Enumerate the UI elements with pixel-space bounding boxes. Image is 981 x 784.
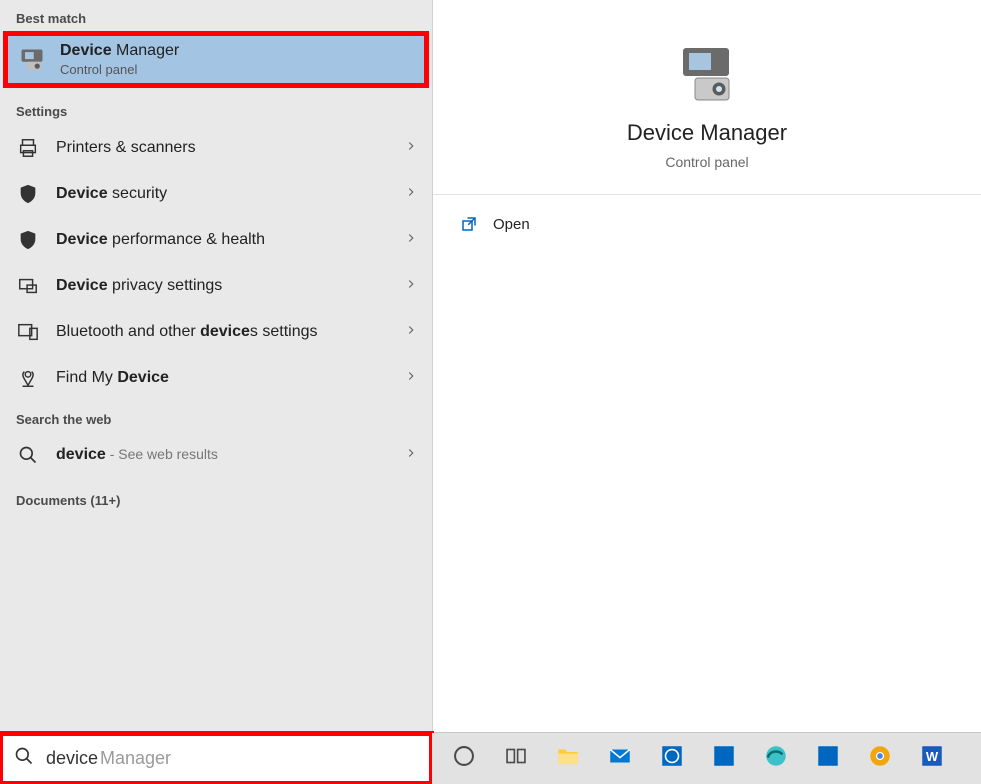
preview-action-open[interactable]: Open bbox=[433, 195, 981, 253]
preview-subtitle: Control panel bbox=[665, 154, 748, 170]
edge-legacy-icon bbox=[763, 743, 789, 774]
search-ghost-suggestion: Manager bbox=[100, 748, 171, 769]
open-icon bbox=[459, 215, 479, 233]
chevron-right-icon bbox=[404, 139, 418, 158]
settings-item-label: Find My Device bbox=[56, 369, 390, 387]
search-icon bbox=[14, 746, 34, 771]
dell-icon bbox=[659, 743, 685, 774]
search-input[interactable] bbox=[46, 748, 104, 769]
settings-item-device-performance[interactable]: Device performance & health bbox=[0, 217, 432, 263]
settings-item-bluetooth-devices[interactable]: Bluetooth and other devices settings bbox=[0, 309, 432, 355]
printer-icon bbox=[14, 137, 42, 159]
chevron-right-icon bbox=[404, 185, 418, 204]
chevron-right-icon bbox=[404, 231, 418, 250]
web-search-label: device - See web results bbox=[56, 446, 390, 464]
chrome-icon bbox=[867, 743, 893, 774]
best-match-subtitle: Control panel bbox=[60, 62, 179, 77]
settings-item-find-my-device[interactable]: Find My Device bbox=[0, 355, 432, 401]
preview-title: Device Manager bbox=[627, 120, 787, 146]
section-header-best-match: Best match bbox=[0, 0, 432, 32]
svg-text:W: W bbox=[926, 749, 939, 764]
taskbar-area: Manager W bbox=[0, 732, 981, 784]
settings-item-label: Device security bbox=[56, 185, 390, 203]
settings-item-label: Printers & scanners bbox=[56, 139, 390, 157]
section-header-settings: Settings bbox=[0, 93, 432, 125]
device-manager-icon bbox=[18, 46, 46, 74]
shield-icon bbox=[14, 229, 42, 251]
task-view-icon bbox=[503, 743, 529, 774]
settings-item-label: Device privacy settings bbox=[56, 277, 390, 295]
file-explorer-icon bbox=[555, 743, 581, 774]
device-manager-large-icon bbox=[675, 42, 739, 106]
settings-item-label: Bluetooth and other devices settings bbox=[56, 323, 390, 341]
settings-item-label: Device performance & health bbox=[56, 231, 390, 249]
chevron-right-icon bbox=[404, 446, 418, 465]
taskbar-chrome[interactable] bbox=[862, 741, 898, 777]
app-icon bbox=[711, 743, 737, 774]
taskbar-dell[interactable] bbox=[654, 741, 690, 777]
taskbar-word[interactable]: W bbox=[914, 741, 950, 777]
taskbar-blank1[interactable] bbox=[706, 741, 742, 777]
chevron-right-icon bbox=[404, 369, 418, 388]
preview-pane: Device Manager Control panel Open bbox=[432, 0, 981, 732]
mail-icon bbox=[607, 743, 633, 774]
taskbar-blank2[interactable] bbox=[810, 741, 846, 777]
search-box[interactable]: Manager bbox=[0, 733, 432, 784]
preview-action-label: Open bbox=[493, 216, 530, 233]
devices-icon bbox=[14, 321, 42, 343]
search-icon bbox=[14, 445, 42, 465]
word-icon: W bbox=[919, 743, 945, 774]
settings-item-printers-scanners[interactable]: Printers & scanners bbox=[0, 125, 432, 171]
section-header-web: Search the web bbox=[0, 401, 432, 433]
taskbar-cortana[interactable] bbox=[446, 741, 482, 777]
chevron-right-icon bbox=[404, 277, 418, 296]
location-icon bbox=[14, 367, 42, 389]
best-match-result[interactable]: Device Manager Control panel bbox=[4, 32, 428, 87]
taskbar-task-view[interactable] bbox=[498, 741, 534, 777]
search-results-pane: Best match Device Manager Control panel … bbox=[0, 0, 432, 732]
taskbar-file-explorer[interactable] bbox=[550, 741, 586, 777]
privacy-icon bbox=[14, 275, 42, 297]
web-search-result[interactable]: device - See web results bbox=[0, 433, 432, 477]
best-match-title: Device Manager bbox=[60, 42, 179, 60]
taskbar-mail[interactable] bbox=[602, 741, 638, 777]
settings-item-device-privacy[interactable]: Device privacy settings bbox=[0, 263, 432, 309]
chevron-right-icon bbox=[404, 323, 418, 342]
taskbar: W bbox=[432, 733, 981, 784]
section-header-documents: Documents (11+) bbox=[0, 477, 432, 512]
cortana-icon bbox=[451, 743, 477, 774]
shield-icon bbox=[14, 183, 42, 205]
app-icon bbox=[815, 743, 841, 774]
taskbar-edge-legacy[interactable] bbox=[758, 741, 794, 777]
settings-item-device-security[interactable]: Device security bbox=[0, 171, 432, 217]
